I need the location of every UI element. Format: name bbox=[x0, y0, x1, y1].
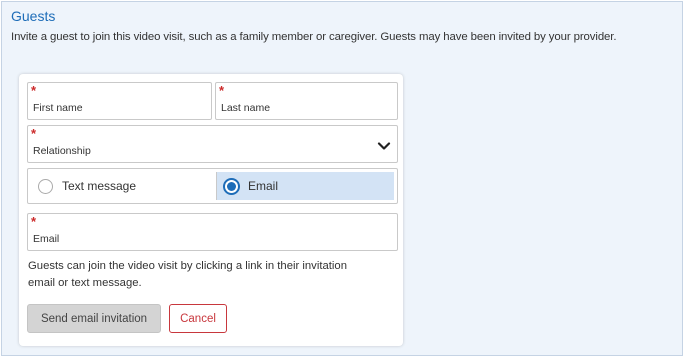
text-message-label: Text message bbox=[62, 179, 137, 193]
last-name-label: Last name bbox=[221, 102, 271, 114]
contact-method-radio-group: Text message Email bbox=[27, 168, 398, 204]
invite-guest-card: * First name * Last name * Relationship … bbox=[19, 74, 403, 346]
text-message-option[interactable]: Text message bbox=[31, 172, 216, 200]
radio-checked-icon[interactable] bbox=[223, 177, 240, 195]
required-marker: * bbox=[219, 83, 225, 98]
email-field[interactable]: * Email bbox=[27, 213, 398, 251]
required-marker: * bbox=[31, 83, 37, 98]
guests-description: Invite a guest to join this video visit,… bbox=[11, 31, 617, 43]
send-email-invitation-button[interactable]: Send email invitation bbox=[27, 304, 161, 333]
radio-unchecked-icon[interactable] bbox=[38, 178, 53, 194]
required-marker: * bbox=[31, 126, 37, 141]
invitation-help-text: Guests can join the video visit by click… bbox=[28, 258, 388, 292]
relationship-select[interactable]: * Relationship bbox=[27, 125, 398, 163]
email-option-label: Email bbox=[248, 179, 279, 193]
first-name-field[interactable]: * First name bbox=[27, 82, 212, 120]
guests-title: Guests bbox=[11, 8, 56, 24]
email-option[interactable]: Email bbox=[216, 172, 394, 200]
help-text-line-1: Guests can join the video visit by click… bbox=[28, 260, 347, 272]
help-text-line-2: email or text message. bbox=[28, 277, 142, 289]
email-label: Email bbox=[33, 233, 60, 245]
last-name-field[interactable]: * Last name bbox=[215, 82, 398, 120]
guests-panel: Guests Invite a guest to join this video… bbox=[1, 1, 683, 356]
relationship-label: Relationship bbox=[33, 145, 91, 157]
required-marker: * bbox=[31, 214, 37, 229]
cancel-button[interactable]: Cancel bbox=[169, 304, 227, 333]
first-name-label: First name bbox=[33, 102, 83, 114]
chevron-down-icon[interactable] bbox=[377, 139, 391, 153]
